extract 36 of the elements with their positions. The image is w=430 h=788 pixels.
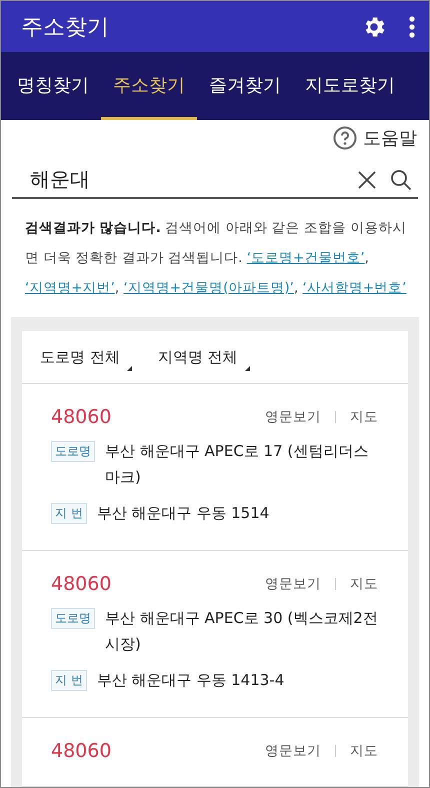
map-link[interactable]: 지도	[350, 408, 378, 426]
tab[interactable]: 명칭찾기	[5, 52, 101, 120]
example-link[interactable]: ‘지역명+건물명(아파트명)’	[124, 280, 294, 296]
example-link[interactable]: ‘사서함명+번호’	[302, 280, 406, 296]
search-icon[interactable]	[390, 168, 412, 190]
app-title: 주소찾기	[21, 14, 110, 42]
zip-code: 48060	[51, 406, 112, 428]
zip-code: 48060	[51, 740, 112, 762]
address-type-tag: 지 번	[51, 503, 87, 524]
filter-dropdown[interactable]: 지역명 전체	[156, 344, 250, 370]
address-type-tag: 도로명	[51, 441, 95, 462]
help-button[interactable]: 도움말	[333, 126, 417, 150]
close-icon[interactable]	[358, 170, 376, 188]
address-text: 부산 해운대구 APEC로 30 (벡스코제2전시장)	[105, 608, 378, 655]
address-text: 부산 해운대구 우동 1413-4	[96, 670, 284, 691]
caret-icon	[244, 366, 250, 370]
map-link[interactable]: 지도	[350, 575, 378, 593]
zip-code: 48060	[51, 573, 112, 595]
address-text: 부산 해운대구 APEC로 17 (센텀리더스마크)	[105, 441, 370, 488]
help-icon	[333, 126, 357, 150]
notice-text: 검색결과가 많습니다. 검색어에 아래와 같은 조합을 이용하시면 더욱 정확한 결과가 검색됩니다. ‘도로명+건물번호’, ‘지역명+지번’, ‘지역명+건물명(아파트명)’, ‘사서함명+번호’	[25, 219, 408, 298]
caret-icon	[126, 366, 132, 370]
example-link[interactable]: ‘지역명+지번’	[25, 280, 115, 296]
tab[interactable]: 주소찾기	[101, 52, 197, 120]
address-text: 부산 해운대구 우동 1514	[96, 503, 270, 524]
english-link[interactable]: 영문보기	[265, 742, 321, 760]
address-type-tag: 지 번	[51, 670, 87, 691]
english-link[interactable]: 영문보기	[265, 408, 321, 426]
tab[interactable]: 즐겨찾기	[197, 52, 293, 120]
example-link[interactable]: ‘도로명+건물번호’	[246, 250, 365, 266]
filter-dropdown[interactable]: 도로명 전체	[38, 344, 132, 370]
menu-icon[interactable]	[409, 16, 415, 38]
tab[interactable]: 지도로찾기	[293, 52, 407, 120]
address-type-tag: 도로명	[51, 608, 95, 629]
map-link[interactable]: 지도	[350, 742, 378, 760]
english-link[interactable]: 영문보기	[265, 575, 321, 593]
